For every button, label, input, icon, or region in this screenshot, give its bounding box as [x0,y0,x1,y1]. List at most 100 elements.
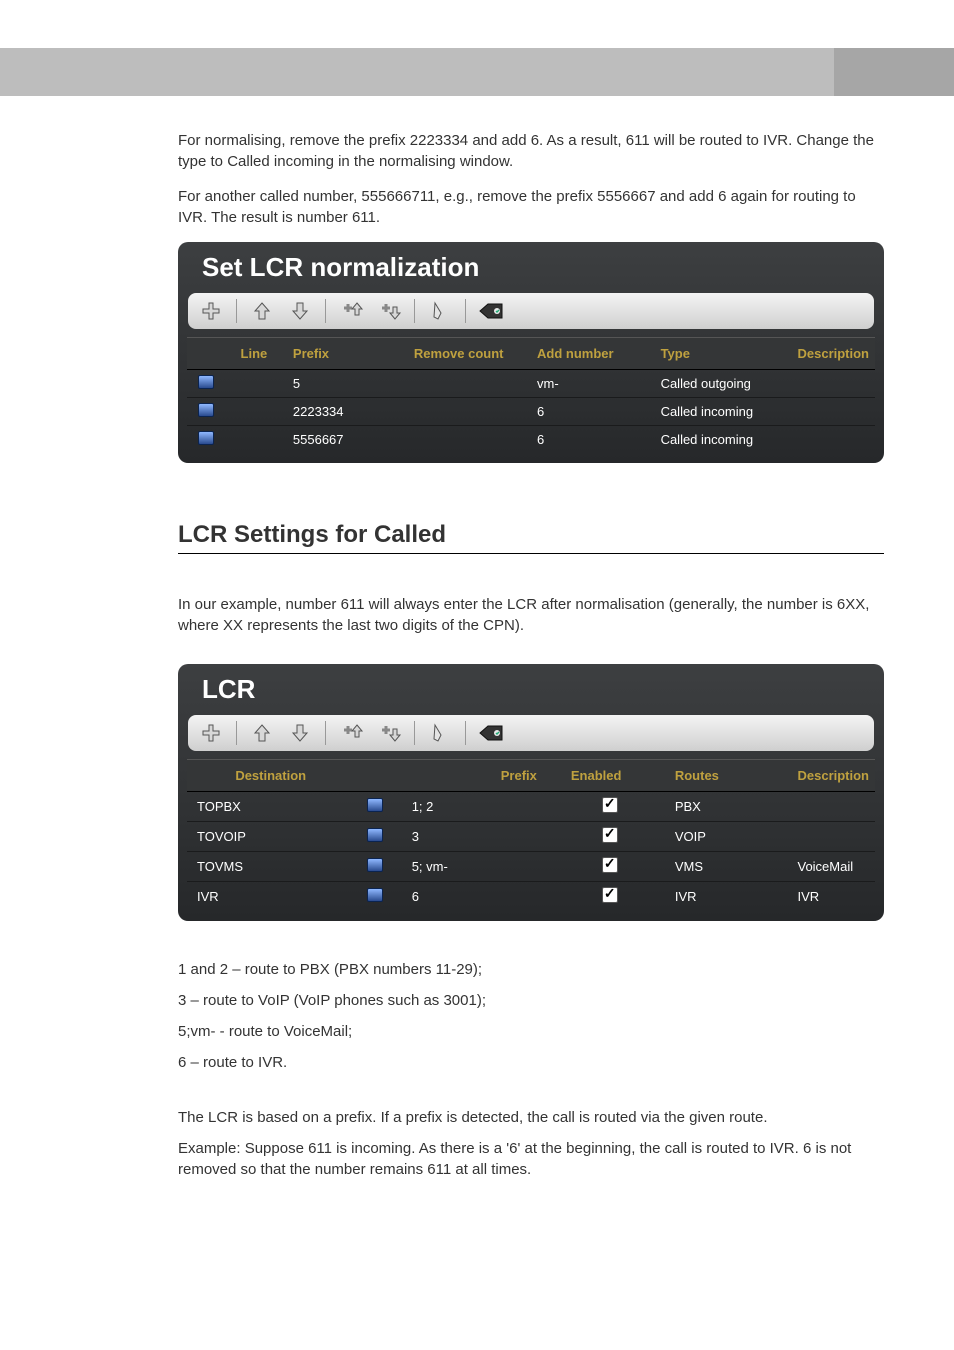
cell-destination: TOVOIP [187,822,354,852]
enabled-checkbox[interactable] [602,857,618,873]
add-down-icon[interactable] [376,720,402,746]
table-row[interactable]: IVR6IVRIVR [187,882,875,912]
enabled-checkbox[interactable] [602,887,618,903]
table-row[interactable]: 2223334 6Called incoming [187,398,875,426]
cell-destination: TOPBX [187,792,354,822]
row-selector-icon[interactable] [198,375,214,389]
table-row[interactable]: TOVOIP 3 VOIP [187,822,875,852]
move-down-icon[interactable] [287,720,313,746]
clear-icon[interactable] [427,298,453,324]
column-header: Add number [527,338,651,370]
toolbar-separator [325,299,326,323]
row-selector-icon[interactable] [367,798,383,812]
toolbar-separator [325,721,326,745]
table-row[interactable]: TOPBX 1; 2 PBX [187,792,875,822]
enabled-checkbox[interactable] [602,827,618,843]
panel-title: LCR [178,664,884,711]
toolbar-separator [414,721,415,745]
cell-prefix: 5 [283,370,391,398]
add-icon[interactable] [198,298,224,324]
cell-routes: VMS [665,852,788,882]
toolbar [188,293,874,329]
column-header: Remove count [390,338,527,370]
column-header: Routes [665,760,788,792]
cell-line [225,398,283,426]
page-header-band [0,48,954,96]
table-row[interactable]: 5556667 6Called incoming [187,426,875,454]
move-up-icon[interactable] [249,298,275,324]
toolbar-separator [465,299,466,323]
column-header: Description [787,760,875,792]
column-header [354,760,395,792]
route-note-3: 5;vm- - route to VoiceMail; [178,1021,884,1042]
cell-destination: TOVMS [187,852,354,882]
move-up-icon[interactable] [249,720,275,746]
clear-icon[interactable] [427,720,453,746]
panel-title: Set LCR normalization [178,242,884,289]
cell-description [787,822,875,852]
route-note-4: 6 – route to IVR. [178,1052,884,1073]
set-lcr-normalization-panel: Set LCR normalization [178,242,884,463]
cell-remove-count [390,398,527,426]
cell-prefix: 6 [396,882,555,912]
toolbar [188,715,874,751]
column-header [187,338,225,370]
table-row[interactable]: 5 vm-Called outgoing [187,370,875,398]
cell-routes: PBX [665,792,788,822]
lcr-panel: LCR [178,664,884,921]
row-selector-icon[interactable] [198,431,214,445]
lcr-example: Example: Suppose 611 is incoming. As the… [178,1138,884,1180]
cell-destination: IVR [187,882,354,912]
add-down-icon[interactable] [376,298,402,324]
normalization-table: LinePrefixRemove countAdd numberTypeDesc… [187,337,875,453]
cell-type: Called incoming [651,398,792,426]
row-selector-icon[interactable] [367,858,383,872]
cell-type: Called outgoing [651,370,792,398]
cell-remove-count [390,426,527,454]
row-selector-icon[interactable] [198,403,214,417]
cell-remove-count [390,370,527,398]
cell-description [791,398,875,426]
column-header: Description [791,338,875,370]
cell-add-number: vm- [527,370,651,398]
table-row[interactable]: TOVMS 5; vm- VMSVoiceMail [187,852,875,882]
lcr-explanation: The LCR is based on a prefix. If a prefi… [178,1107,884,1128]
cell-prefix: 5556667 [283,426,391,454]
cell-prefix: 2223334 [283,398,391,426]
route-note-1: 1 and 2 – route to PBX (PBX numbers 11-2… [178,959,884,980]
intro-paragraph-1: For normalising, remove the prefix 22233… [178,130,884,172]
toolbar-separator [414,299,415,323]
cell-description: IVR [787,882,875,912]
move-down-icon[interactable] [287,298,313,324]
route-note-2: 3 – route to VoIP (VoIP phones such as 3… [178,990,884,1011]
cell-routes: IVR [665,882,788,912]
row-selector-icon[interactable] [367,828,383,842]
tag-icon[interactable] [478,298,504,324]
cell-line [225,426,283,454]
cell-routes: VOIP [665,822,788,852]
add-up-icon[interactable] [338,720,364,746]
column-header: Type [651,338,792,370]
tag-icon[interactable] [478,720,504,746]
cell-prefix: 1; 2 [396,792,555,822]
cell-prefix: 5; vm- [396,852,555,882]
column-header: Line [225,338,283,370]
column-header: Prefix [396,760,555,792]
intro-paragraph-2: For another called number, 555666711, e.… [178,186,884,228]
cell-add-number: 6 [527,398,651,426]
add-up-icon[interactable] [338,298,364,324]
row-selector-icon[interactable] [367,888,383,902]
cell-type: Called incoming [651,426,792,454]
column-header: Prefix [283,338,391,370]
cell-add-number: 6 [527,426,651,454]
cell-description [791,370,875,398]
add-icon[interactable] [198,720,224,746]
cell-line [225,370,283,398]
column-header: Enabled [555,760,665,792]
toolbar-separator [236,721,237,745]
cell-prefix: 3 [396,822,555,852]
section-heading: LCR Settings for Called [178,521,884,554]
column-header: Destination [187,760,354,792]
enabled-checkbox[interactable] [602,797,618,813]
cell-description: VoiceMail [787,852,875,882]
